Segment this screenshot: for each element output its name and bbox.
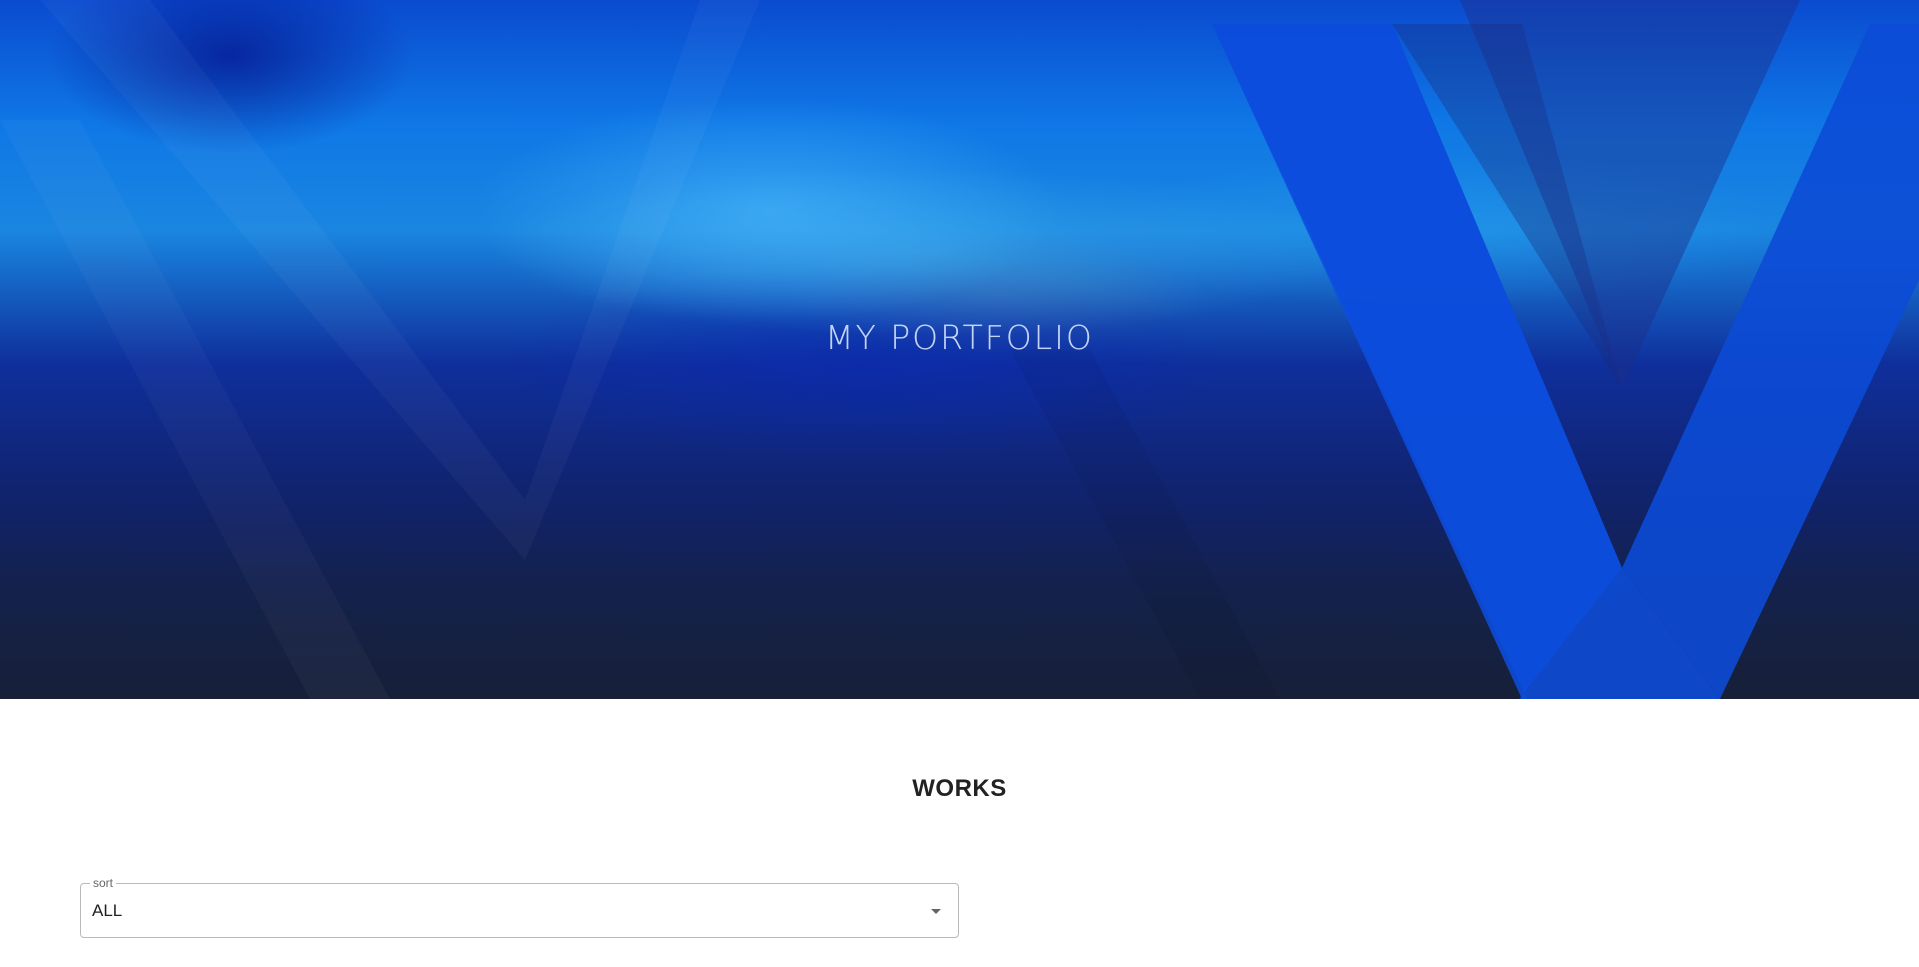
works-heading: WORKS [912,775,1007,802]
arrow-drop-down-icon[interactable] [931,909,941,914]
hero-banner: MY PORTFOLIO [0,0,1919,699]
page: MY PORTFOLIO WORKS sort ALL [0,0,1919,967]
hero-title: MY PORTFOLIO [825,318,1094,357]
sort-select-value: ALL [92,901,123,920]
sort-select-label: sort [90,876,117,890]
sort-select[interactable]: sort ALL [80,876,959,938]
